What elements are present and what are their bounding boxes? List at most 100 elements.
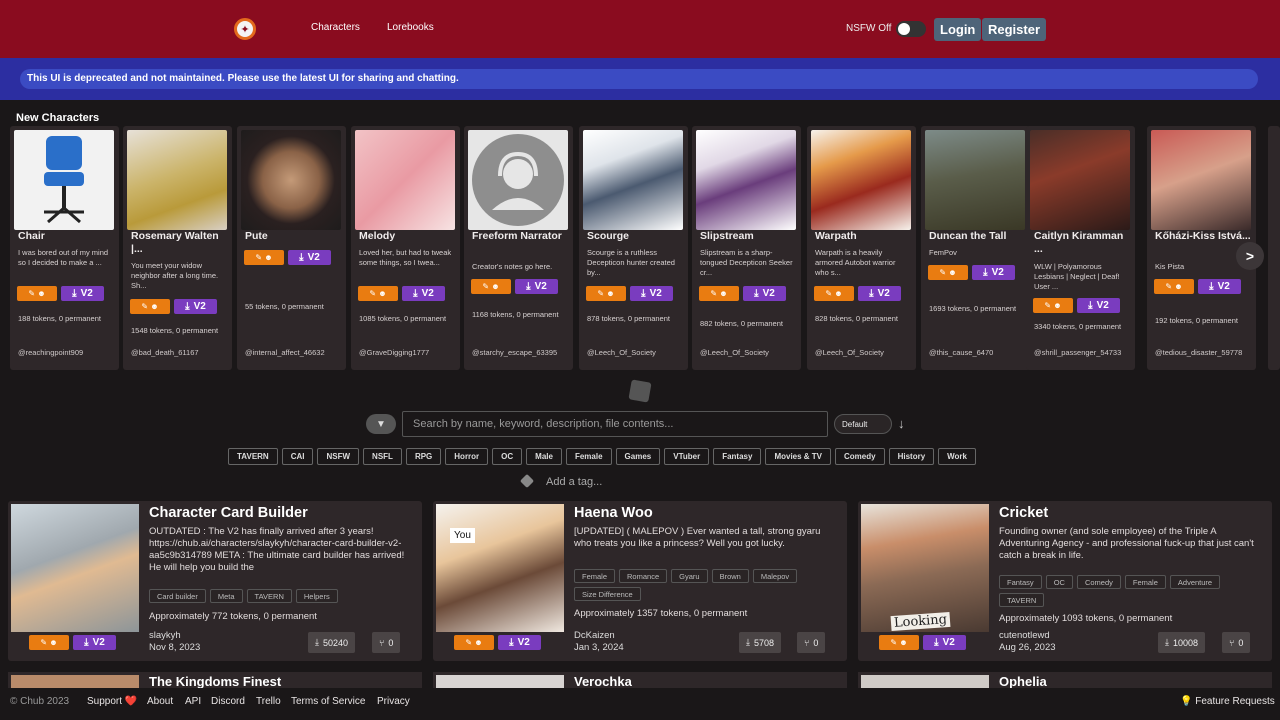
fork-count[interactable]: ⑂ 0 [1222, 632, 1251, 653]
download-count[interactable]: ⤓ 50240 [308, 632, 356, 653]
result-tag[interactable]: Meta [209, 589, 243, 603]
character-author[interactable]: @bad_death_61167 [131, 348, 231, 357]
footer-link-trello[interactable]: Trello [256, 696, 281, 707]
edit-chat-badge[interactable]: ✎ ☻ [29, 635, 69, 650]
character-name[interactable]: Slipstream [700, 230, 800, 243]
result-tag[interactable]: TAVERN [999, 593, 1045, 607]
footer-link-api[interactable]: API [185, 696, 201, 707]
result-title[interactable]: Ophelia [999, 674, 1047, 688]
result-author[interactable]: cutenotlewd [999, 630, 1056, 642]
download-v2-button[interactable]: ⤓ V2 [972, 265, 1015, 280]
result-tag[interactable]: Female [1124, 575, 1166, 589]
tag-filter[interactable]: RPG [405, 448, 442, 465]
result-tag[interactable]: Size Difference [574, 587, 641, 601]
result-author[interactable]: DcKaizen [574, 630, 624, 642]
result-tag[interactable]: Fantasy [999, 575, 1042, 589]
download-v2-button[interactable]: ⤓ V2 [630, 286, 673, 301]
carousel-next-button[interactable]: > [1236, 242, 1264, 270]
character-name[interactable]: Melody [359, 230, 459, 243]
filter-icon[interactable]: ▼ [366, 414, 396, 434]
footer-link-privacy[interactable]: Privacy [377, 696, 410, 707]
result-title[interactable]: Haena Woo [574, 505, 653, 521]
character-author[interactable]: @reachingpoint909 [18, 348, 118, 357]
download-v2-button[interactable]: ⤓ V2 [923, 635, 966, 650]
footer-link-terms[interactable]: Terms of Service [291, 696, 365, 707]
result-tag[interactable]: Malepov [752, 569, 798, 583]
character-card[interactable]: Duncan the Tall FemPov ✎ ☻ ⤓ V2 1693 token… [921, 126, 1030, 370]
character-name[interactable]: Kőházi-Kiss Istvá... [1155, 230, 1255, 243]
tag-filter[interactable]: VTuber [664, 448, 710, 465]
character-author[interactable]: @GraveDigging1777 [359, 348, 459, 357]
character-author[interactable]: @tedious_disaster_59778 [1155, 348, 1255, 357]
edit-chat-badge[interactable]: ✎ ☻ [586, 286, 626, 301]
tag-filter[interactable]: TAVERN [228, 448, 278, 465]
edit-chat-badge[interactable]: ✎ ☻ [130, 299, 170, 314]
nsfw-toggle[interactable] [896, 21, 926, 37]
result-tag[interactable]: Female [574, 569, 616, 583]
feature-requests-link[interactable]: 💡 Feature Requests [1180, 696, 1275, 707]
tag-filter[interactable]: Female [565, 448, 612, 465]
character-author[interactable]: @Leech_Of_Society [700, 348, 800, 357]
search-input[interactable]: Search by name, keyword, description, fi… [402, 411, 828, 437]
character-card[interactable]: Caitlyn Kiramman ... WLW | Polyamorous L… [1026, 126, 1135, 370]
character-card[interactable]: Slipstream Slipstream is a sharp-tongued… [692, 126, 801, 370]
download-v2-button[interactable]: ⤓ V2 [288, 250, 331, 265]
edit-chat-badge[interactable]: ✎ ☻ [1154, 279, 1194, 294]
result-author[interactable]: slaykyh [149, 630, 200, 642]
character-card[interactable]: Rosemary Walten |... You meet your widow… [123, 126, 232, 370]
download-v2-button[interactable]: ⤓ V2 [73, 635, 116, 650]
edit-chat-badge[interactable]: ✎ ☻ [879, 635, 919, 650]
result-tag[interactable]: Romance [619, 569, 668, 583]
character-author[interactable]: @Leech_Of_Society [587, 348, 687, 357]
edit-chat-badge[interactable]: ✎ ☻ [17, 286, 57, 301]
tag-filter[interactable]: Male [526, 448, 562, 465]
result-tag[interactable]: Helpers [295, 589, 338, 603]
download-v2-button[interactable]: ⤓ V2 [858, 286, 901, 301]
result-title[interactable]: Character Card Builder [149, 505, 308, 521]
fork-count[interactable]: ⑂ 0 [372, 632, 401, 653]
edit-chat-badge[interactable]: ✎ ☻ [358, 286, 398, 301]
character-name[interactable]: Warpath [815, 230, 915, 243]
result-title[interactable]: Cricket [999, 505, 1048, 521]
result-tag[interactable]: Gyaru [671, 569, 708, 583]
result-card[interactable]: Looking Cricket Founding owner (and sole… [858, 501, 1272, 661]
character-card[interactable]: Chair I was bored out of my mind so I de… [10, 126, 119, 370]
register-button[interactable]: Register [982, 18, 1047, 41]
tag-filter[interactable]: Movies & TV [765, 448, 832, 465]
character-author[interactable]: @Leech_Of_Society [815, 348, 915, 357]
edit-chat-badge[interactable]: ✎ ☻ [928, 265, 968, 280]
character-author[interactable]: @internal_affect_46632 [245, 348, 345, 357]
result-card-peek[interactable]: Ophelia [858, 672, 1272, 688]
download-v2-button[interactable]: ⤓ V2 [61, 286, 104, 301]
tag-filter[interactable]: NSFW [317, 448, 360, 465]
tag-filter[interactable]: CAI [281, 448, 314, 465]
character-card[interactable]: Pute ✎ ☻ ⤓ V2 55 tokens, 0 permanent @inte… [237, 126, 346, 370]
result-tag[interactable]: Brown [711, 569, 749, 583]
download-v2-button[interactable]: ⤓ V2 [743, 286, 786, 301]
edit-chat-badge[interactable]: ✎ ☻ [454, 635, 494, 650]
character-name[interactable]: Chair [18, 230, 118, 243]
tag-filter[interactable]: Horror [445, 448, 489, 465]
nav-lorebooks[interactable]: Lorebooks [387, 22, 434, 33]
result-tag[interactable]: Adventure [1169, 575, 1221, 589]
character-card-partial[interactable] [1268, 126, 1280, 370]
character-author[interactable]: @shrill_passenger_54733 [1034, 348, 1134, 357]
nav-characters[interactable]: Characters [311, 22, 360, 33]
login-button[interactable]: Login [934, 18, 982, 41]
tag-filter[interactable]: NSFL [363, 448, 402, 465]
character-name[interactable]: Caitlyn Kiramman ... [1034, 230, 1134, 256]
tag-filter[interactable]: Games [615, 448, 661, 465]
fork-count[interactable]: ⑂ 0 [797, 632, 826, 653]
chub-logo-icon[interactable]: ✦ [234, 18, 256, 40]
tag-filter[interactable]: Comedy [835, 448, 885, 465]
character-author[interactable]: @this_cause_6470 [929, 348, 1029, 357]
character-author[interactable]: @starchy_escape_63395 [472, 348, 572, 357]
edit-chat-badge[interactable]: ✎ ☻ [699, 286, 739, 301]
tag-filter[interactable]: History [888, 448, 935, 465]
character-card[interactable]: Scourge Scourge is a ruthless Decepticon… [579, 126, 688, 370]
result-title[interactable]: The Kingdoms Finest [149, 674, 281, 688]
download-count[interactable]: ⤓ 10008 [1158, 632, 1206, 653]
footer-link-discord[interactable]: Discord [211, 696, 245, 707]
edit-chat-badge[interactable]: ✎ ☻ [1033, 298, 1073, 313]
character-name[interactable]: Pute [245, 230, 345, 243]
